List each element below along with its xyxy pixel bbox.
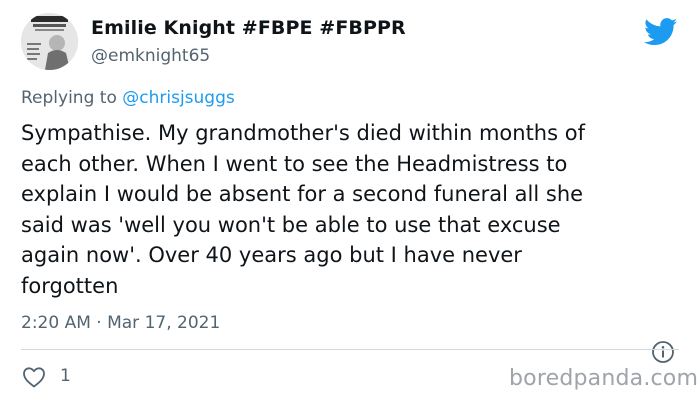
tweet-card: Emilie Knight #FBPE #FBPPR @emknight65 R…	[0, 0, 700, 402]
author-display-name[interactable]: Emilie Knight #FBPE #FBPPR	[91, 17, 406, 39]
info-icon[interactable]	[651, 340, 675, 364]
author-avatar[interactable]	[21, 13, 78, 70]
boredpanda-watermark: boredpanda.com	[509, 366, 699, 391]
reply-prefix: Replying to	[21, 88, 123, 108]
twitter-bird-icon[interactable]	[644, 18, 678, 46]
tweet-timestamp[interactable]: 2:20 AM · Mar 17, 2021	[21, 313, 220, 333]
divider	[21, 349, 679, 350]
reply-context: Replying to @chrisjsuggs	[21, 88, 235, 108]
political-poster-avatar-icon	[21, 13, 78, 70]
author-handle[interactable]: @emknight65	[91, 46, 210, 66]
heart-icon[interactable]	[22, 366, 46, 388]
tweet-body: Sympathise. My grandmother's died within…	[21, 121, 585, 298]
like-count: 1	[60, 366, 71, 386]
reply-mention-link[interactable]: @chrisjsuggs	[122, 88, 234, 108]
